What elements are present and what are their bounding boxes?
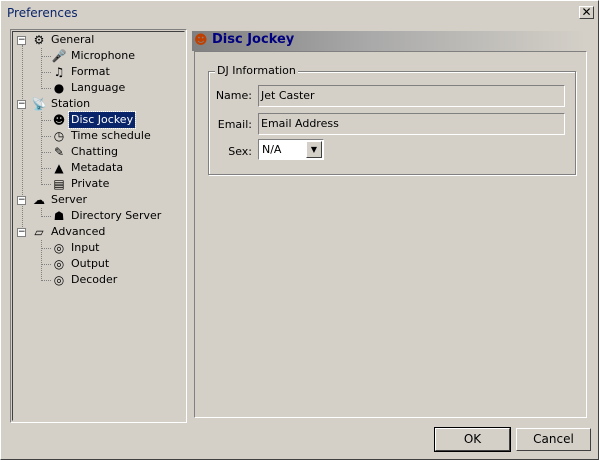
title-bar[interactable]: Preferences ✕ xyxy=(3,3,596,22)
panel-header: ☻ Disc Jockey xyxy=(192,31,586,51)
notebook-icon: ▱ xyxy=(34,225,44,239)
tree-line xyxy=(41,72,51,73)
tree-line xyxy=(41,168,51,169)
tree-label: Input xyxy=(71,241,100,254)
chevron-down-icon[interactable]: ▼ xyxy=(306,141,322,158)
collapse-icon[interactable]: − xyxy=(17,36,26,45)
window-title: Preferences xyxy=(7,6,78,20)
clock-icon: ◷ xyxy=(53,129,65,143)
dj-icon: ☻ xyxy=(194,33,208,48)
tree-label: General xyxy=(51,33,95,46)
tree-label: Decoder xyxy=(71,273,118,286)
globe-icon: ● xyxy=(53,81,65,95)
tree-line xyxy=(41,184,51,185)
input-icon: ◎ xyxy=(53,241,65,255)
tree-line xyxy=(41,88,51,89)
email-field[interactable]: Email Address xyxy=(258,113,565,135)
tree-line xyxy=(41,112,42,185)
tree-label: Server xyxy=(51,193,88,206)
dj-icon: ☻ xyxy=(52,113,66,127)
tree-line xyxy=(41,216,51,217)
tree-label: Advanced xyxy=(51,225,106,238)
tree-line xyxy=(41,48,42,89)
tree-line xyxy=(41,248,51,249)
cancel-button[interactable]: Cancel xyxy=(516,428,591,451)
tree-line xyxy=(41,120,51,121)
tree-label: Microphone xyxy=(71,49,136,62)
tree-label: Chatting xyxy=(71,145,119,158)
tree-label: Metadata xyxy=(71,161,124,174)
tree-label-selected: Disc Jockey xyxy=(67,111,137,129)
server-icon: ☁ xyxy=(33,193,45,207)
tree-label: Format xyxy=(71,65,110,78)
sex-value: N/A xyxy=(262,143,282,156)
ok-button[interactable]: OK xyxy=(434,427,511,452)
collapse-icon[interactable]: − xyxy=(17,100,26,109)
tree-label: Time schedule xyxy=(71,129,151,142)
collapse-icon[interactable]: − xyxy=(17,196,26,205)
decoder-icon: ◎ xyxy=(53,273,65,287)
private-icon: ▤ xyxy=(53,177,65,191)
tree-line xyxy=(41,56,51,57)
collapse-icon[interactable]: − xyxy=(17,228,26,237)
name-field[interactable]: Jet Caster xyxy=(258,85,565,107)
sex-select[interactable]: N/A ▼ xyxy=(258,139,324,160)
close-button[interactable]: ✕ xyxy=(579,6,594,19)
metadata-icon: ▲ xyxy=(54,161,64,175)
directory-icon: ☗ xyxy=(53,209,65,223)
tree-label: Language xyxy=(71,81,126,94)
group-title: DJ Information xyxy=(215,64,298,77)
close-icon: ✕ xyxy=(581,5,592,19)
chat-icon: ✎ xyxy=(53,145,65,159)
tree-line xyxy=(41,240,42,281)
tree-label: Output xyxy=(71,257,110,270)
gear-icon: ⚙ xyxy=(33,33,45,47)
tree-label: Directory Server xyxy=(71,209,162,222)
tree-label: Station xyxy=(51,97,91,110)
tree-line xyxy=(41,136,51,137)
satellite-icon: 📡 xyxy=(31,97,47,111)
sex-label: Sex: xyxy=(228,145,252,158)
panel-title: Disc Jockey xyxy=(212,32,295,47)
tree-line xyxy=(41,264,51,265)
name-label: Name: xyxy=(215,89,252,102)
preferences-window: Preferences ✕ − ⚙ General 🎤 Microphone ♫… xyxy=(0,0,599,460)
email-label: Email: xyxy=(217,118,252,131)
microphone-icon: 🎤 xyxy=(51,49,67,63)
tree-line xyxy=(41,152,51,153)
tree-line xyxy=(41,280,51,281)
tree-label: Private xyxy=(71,177,110,190)
output-icon: ◎ xyxy=(53,257,65,271)
music-note-icon: ♫ xyxy=(53,65,65,79)
